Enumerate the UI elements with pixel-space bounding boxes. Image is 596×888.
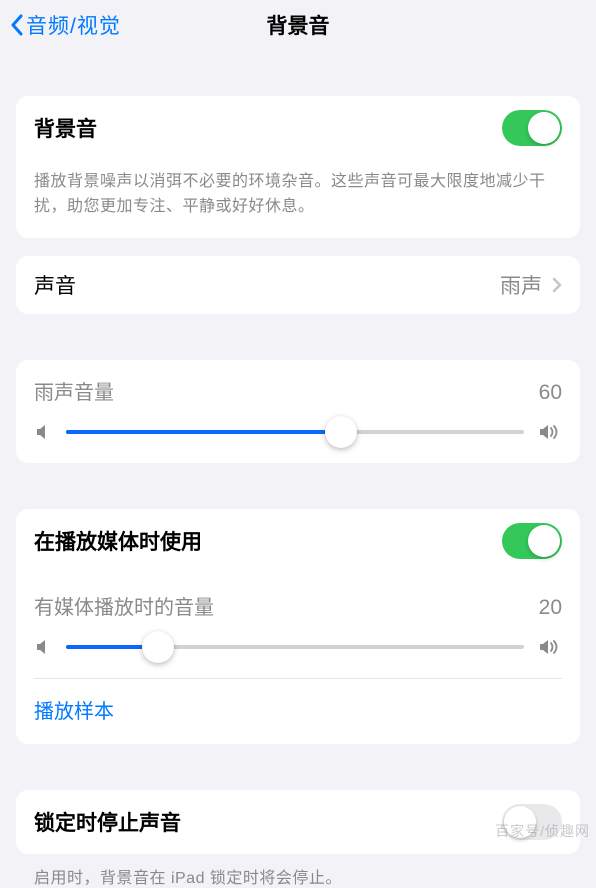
background-sound-row: 背景音 [16,96,580,160]
rain-volume-label: 雨声音量 [34,376,114,405]
rain-volume-value: 60 [539,381,562,405]
lock-stop-label: 锁定时停止声音 [34,807,502,837]
lock-stop-description: 启用时，背景音在 iPad 锁定时将会停止。 [16,854,580,888]
play-sample-link[interactable]: 播放样本 [16,679,580,744]
background-sound-toggle[interactable] [502,110,562,146]
rain-volume-slider[interactable] [66,430,524,434]
sound-select-group: 声音 雨声 [16,256,580,314]
media-toggle[interactable] [502,523,562,559]
watermark: 百家号/侦趣网 [495,821,590,841]
back-label: 音频/视觉 [26,10,121,40]
volume-low-icon [34,423,52,441]
chevron-right-icon [552,277,562,293]
volume-high-icon [538,423,562,441]
sound-select-value: 雨声 [500,270,542,300]
media-volume-label: 有媒体播放时的音量 [34,591,214,620]
volume-high-icon [538,638,562,656]
volume-low-icon [34,638,52,656]
media-volume-slider[interactable] [66,645,524,649]
background-sound-description: 播放背景噪声以消弭不必要的环境杂音。这些声音可最大限度地减少干扰，助您更加专注、… [16,160,580,238]
media-volume-value: 20 [539,596,562,620]
background-sound-label: 背景音 [34,113,502,143]
media-toggle-label: 在播放媒体时使用 [34,526,502,556]
media-toggle-row: 在播放媒体时使用 [16,509,580,573]
sound-select-label: 声音 [34,270,500,300]
sound-select-row[interactable]: 声音 雨声 [16,256,580,314]
media-group: 在播放媒体时使用 有媒体播放时的音量 20 [16,509,580,744]
back-button[interactable]: 音频/视觉 [10,10,121,40]
nav-bar: 音频/视觉 背景音 [0,0,596,44]
chevron-left-icon [10,14,24,36]
background-sound-group: 背景音 播放背景噪声以消弭不必要的环境杂音。这些声音可最大限度地减少干扰，助您更… [16,96,580,238]
rain-volume-group: 雨声音量 60 [16,360,580,463]
